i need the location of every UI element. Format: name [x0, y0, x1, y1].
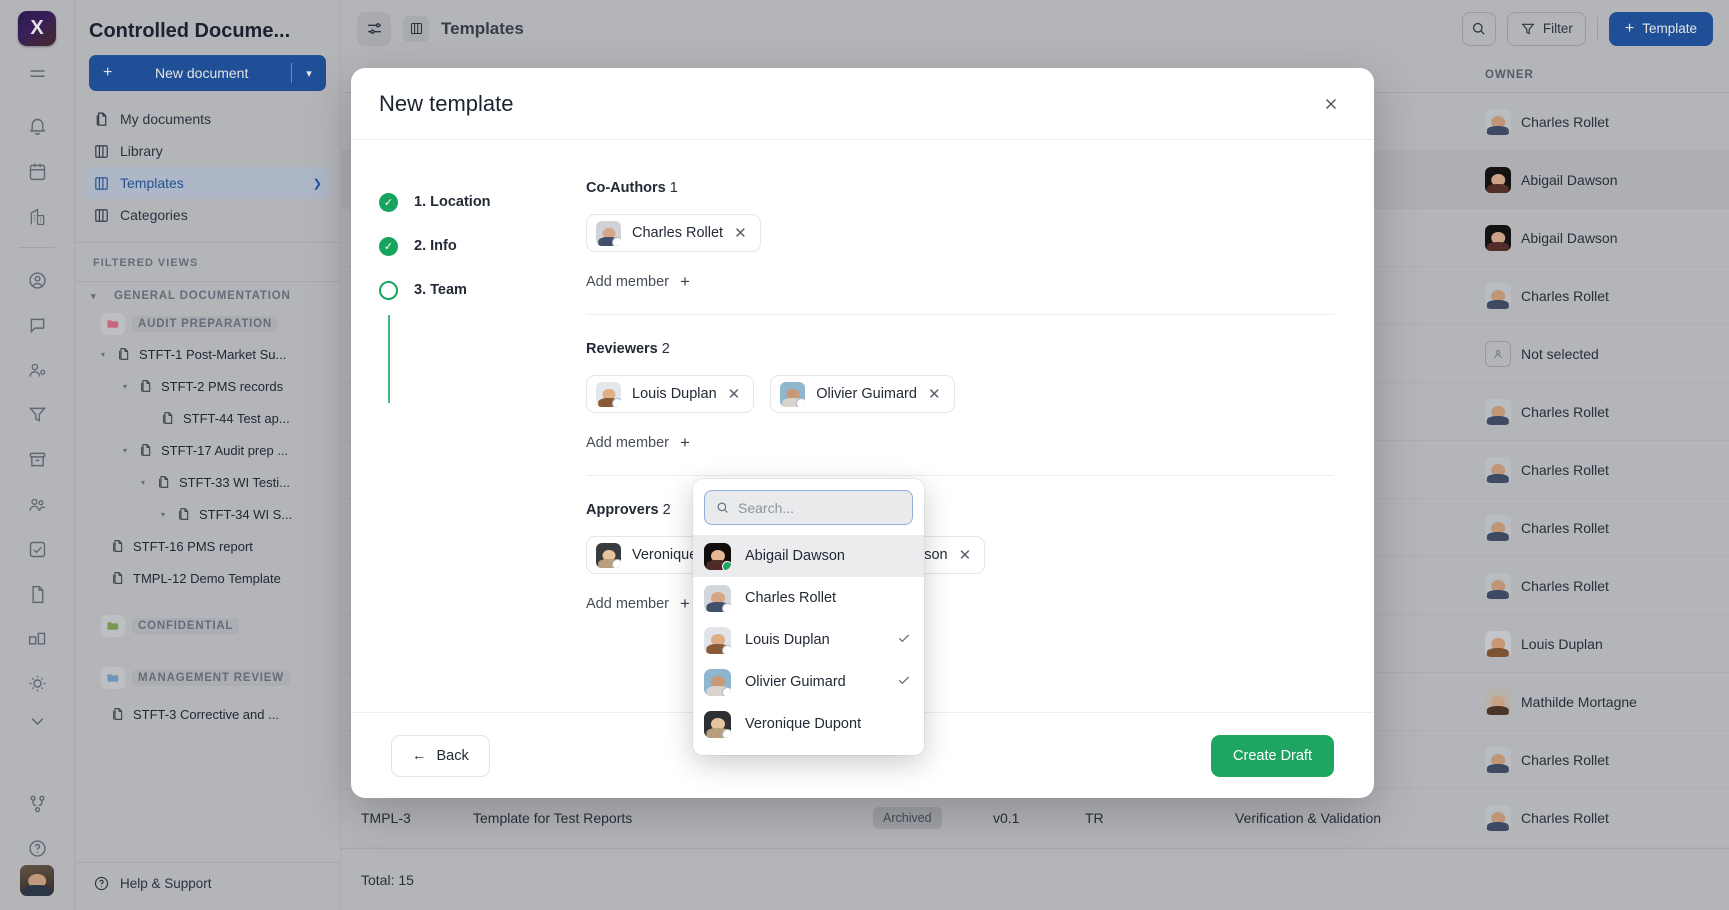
search-field-wrapper[interactable] — [704, 490, 913, 525]
stepper-connector — [388, 315, 390, 403]
step-team[interactable]: 3. Team — [379, 268, 586, 312]
plus-icon: + — [680, 594, 690, 614]
field-group-co-authors: Co-Authors 1 Charles Rollet ✕ — [586, 180, 1334, 315]
presence-indicator — [722, 729, 731, 738]
member-options-list: Abigail Dawson Charles Rollet Louis Dupl… — [693, 535, 924, 745]
member-chip[interactable]: Olivier Guimard ✕ — [770, 375, 954, 413]
step-location[interactable]: ✓ 1. Location — [379, 180, 586, 224]
field-label-co-authors: Co-Authors 1 — [586, 180, 1334, 196]
member-option-olivier-guimard[interactable]: Olivier Guimard — [693, 661, 924, 703]
check-icon — [896, 672, 912, 692]
avatar — [704, 669, 731, 696]
remove-member-icon[interactable]: ✕ — [734, 226, 747, 241]
plus-icon: + — [680, 433, 690, 453]
plus-icon: + — [680, 272, 690, 292]
search-input[interactable] — [738, 500, 919, 516]
member-picker-dropdown: Abigail Dawson Charles Rollet Louis Dupl… — [693, 479, 924, 755]
circle-icon — [379, 281, 398, 300]
field-label-text: Reviewers — [586, 341, 658, 357]
member-option-abigail-dawson[interactable]: Abigail Dawson — [693, 535, 924, 577]
member-option-label: Abigail Dawson — [745, 548, 845, 564]
add-member-co-authors[interactable]: Add member + — [586, 272, 690, 292]
presence-indicator — [722, 561, 731, 570]
member-option-label: Charles Rollet — [745, 590, 836, 606]
add-member-reviewers[interactable]: Add member + — [586, 433, 690, 453]
member-chips: Charles Rollet ✕ — [586, 214, 1334, 252]
close-icon[interactable] — [1316, 89, 1346, 119]
add-member-label: Add member — [586, 596, 669, 612]
remove-member-icon[interactable]: ✕ — [959, 548, 972, 563]
member-chip[interactable]: Charles Rollet ✕ — [586, 214, 761, 252]
field-count: 1 — [670, 180, 678, 196]
add-member-label: Add member — [586, 274, 669, 290]
check-icon: ✓ — [379, 237, 398, 256]
presence-indicator — [612, 237, 621, 246]
check-icon: ✓ — [379, 193, 398, 212]
add-member-approvers[interactable]: Add member + — [586, 594, 690, 614]
presence-indicator — [612, 398, 621, 407]
presence-indicator — [722, 645, 731, 654]
field-label-reviewers: Reviewers 2 — [586, 341, 1334, 357]
avatar — [596, 382, 621, 407]
app-window: X — [0, 0, 1729, 910]
remove-member-icon[interactable]: ✕ — [728, 387, 741, 402]
back-label: Back — [437, 748, 469, 764]
member-name: Charles Rollet — [632, 225, 723, 241]
create-draft-label: Create Draft — [1233, 748, 1312, 764]
modal-header: New template — [351, 68, 1374, 140]
member-option-label: Louis Duplan — [745, 632, 830, 648]
search-icon — [715, 500, 730, 515]
arrow-left-icon: ← — [412, 748, 427, 764]
member-option-veronique-dupont[interactable]: Veronique Dupont — [693, 703, 924, 745]
member-chip[interactable]: Louis Duplan ✕ — [586, 375, 754, 413]
field-count: 2 — [662, 341, 670, 357]
avatar — [596, 543, 621, 568]
member-option-label: Veronique Dupont — [745, 716, 861, 732]
stepper: ✓ 1. Location ✓ 2. Info 3. Team — [351, 180, 586, 712]
add-member-label: Add member — [586, 435, 669, 451]
presence-indicator — [722, 603, 731, 612]
avatar — [704, 543, 731, 570]
avatar — [780, 382, 805, 407]
create-draft-button[interactable]: Create Draft — [1211, 735, 1334, 777]
avatar — [704, 711, 731, 738]
step-label: 3. Team — [414, 282, 467, 298]
member-name: Louis Duplan — [632, 386, 717, 402]
member-name: Olivier Guimard — [816, 386, 917, 402]
field-label-text: Approvers — [586, 502, 659, 518]
field-label-text: Co-Authors — [586, 180, 666, 196]
presence-indicator — [796, 398, 805, 407]
member-option-label: Olivier Guimard — [745, 674, 846, 690]
presence-indicator — [612, 559, 621, 568]
step-label: 2. Info — [414, 238, 457, 254]
member-option-charles-rollet[interactable]: Charles Rollet — [693, 577, 924, 619]
member-option-louis-duplan[interactable]: Louis Duplan — [693, 619, 924, 661]
avatar — [704, 585, 731, 612]
modal-title: New template — [379, 91, 514, 117]
field-group-reviewers: Reviewers 2 Louis Duplan ✕ — [586, 341, 1334, 476]
remove-member-icon[interactable]: ✕ — [928, 387, 941, 402]
avatar — [596, 221, 621, 246]
step-label: 1. Location — [414, 194, 491, 210]
member-chips: Louis Duplan ✕ Olivier Guimard ✕ — [586, 375, 1334, 413]
avatar — [704, 627, 731, 654]
check-icon — [896, 630, 912, 650]
field-count: 2 — [663, 502, 671, 518]
presence-indicator — [722, 687, 731, 696]
step-info[interactable]: ✓ 2. Info — [379, 224, 586, 268]
back-button[interactable]: ← Back — [391, 735, 490, 777]
